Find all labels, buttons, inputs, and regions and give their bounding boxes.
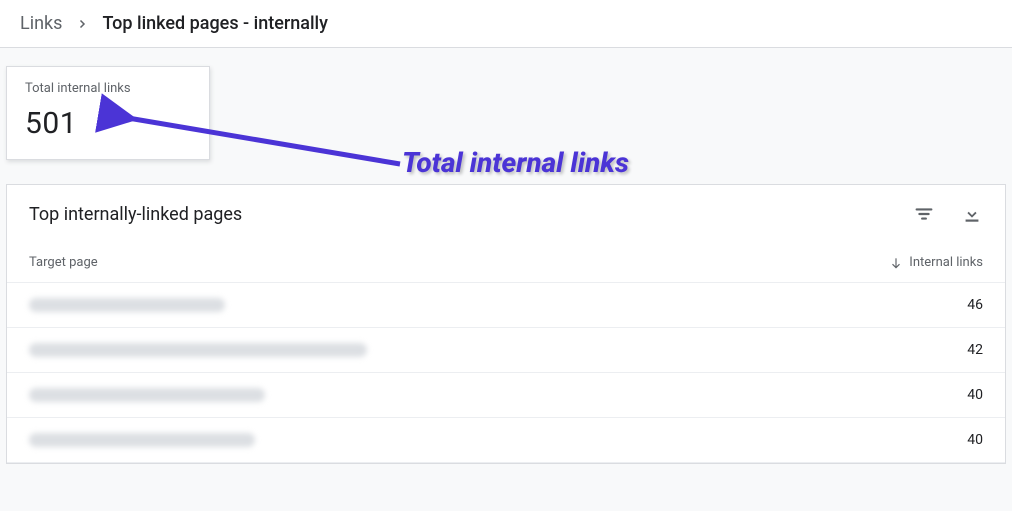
internal-links-value: 40 — [967, 387, 983, 403]
annotation-label: Total internal links — [402, 146, 629, 179]
table-row[interactable]: 40 — [7, 418, 1005, 463]
download-icon[interactable] — [961, 203, 983, 225]
column-internal-links-label: Internal links — [909, 255, 983, 270]
target-page-url — [29, 433, 255, 447]
target-page-url — [29, 298, 225, 312]
table-row[interactable]: 46 — [7, 283, 1005, 328]
breadcrumb-root-link[interactable]: Links — [20, 13, 62, 34]
top-internally-linked-pages-card: Top internally-linked pages — [6, 184, 1006, 464]
sort-descending-icon — [889, 256, 903, 270]
total-internal-links-card: Total internal links 501 — [6, 66, 210, 160]
filter-icon[interactable] — [913, 203, 935, 225]
stat-value: 501 — [25, 106, 191, 141]
target-page-url — [29, 388, 265, 402]
column-target-page: Target page — [29, 255, 98, 270]
table-card-header: Top internally-linked pages — [7, 185, 1005, 245]
column-internal-links[interactable]: Internal links — [889, 255, 983, 270]
table-body: 46 42 40 40 — [7, 283, 1005, 463]
chevron-right-icon — [76, 18, 88, 30]
table-row[interactable]: 40 — [7, 373, 1005, 418]
table-title: Top internally-linked pages — [29, 204, 242, 225]
breadcrumb-current: Top linked pages - internally — [102, 13, 328, 34]
stat-label: Total internal links — [25, 81, 191, 96]
internal-links-value: 42 — [967, 342, 983, 358]
internal-links-value: 46 — [967, 297, 983, 313]
breadcrumb: Links Top linked pages - internally — [0, 0, 1012, 48]
internal-links-value: 40 — [967, 432, 983, 448]
main-content: Total internal links 501 Total internal … — [0, 48, 1012, 464]
table-header-actions — [913, 203, 983, 225]
target-page-url — [29, 343, 367, 357]
table-row[interactable]: 42 — [7, 328, 1005, 373]
table-columns-header: Target page Internal links — [7, 245, 1005, 283]
